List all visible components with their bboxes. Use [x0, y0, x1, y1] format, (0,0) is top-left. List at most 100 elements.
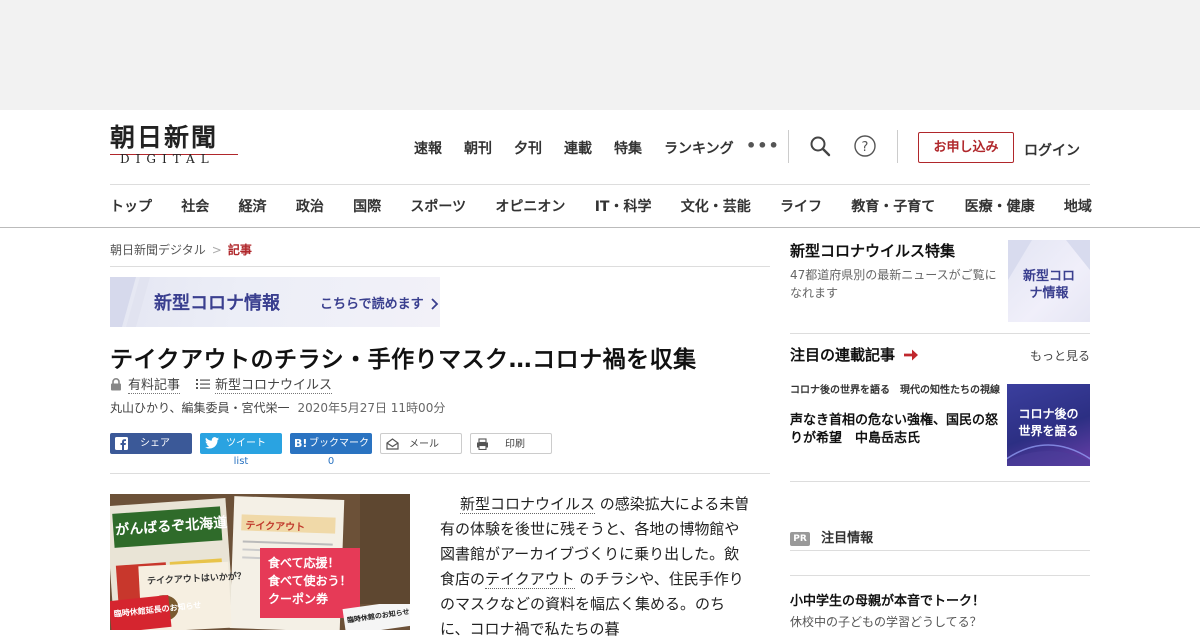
cat-international[interactable]: 国際 — [353, 196, 381, 216]
article-byline: 丸山ひかり、編集委員・宮代栄一 2020年5月27日 11時00分 — [110, 399, 445, 416]
flyer-coupon-text: 食べて応援！ 食べて使おう！ クーポン券 — [268, 554, 352, 608]
series-more-link[interactable]: もっと見る — [1030, 347, 1090, 364]
mail-icon — [386, 438, 399, 450]
cat-culture[interactable]: 文化・芸能 — [681, 196, 751, 216]
breadcrumb: 朝日新聞デジタル > 記事 — [110, 241, 252, 258]
promo-card[interactable]: 小中学生の母親が本音でトーク！ 休校中の子どもの学習どうしてる？ — [790, 590, 1090, 630]
header-divider-2 — [897, 130, 898, 163]
category-nav: トップ 社会 経済 政治 国際 スポーツ オピニオン IT・科学 文化・芸能 ラ… — [110, 196, 1092, 216]
pr-header: PR 注目情報 — [790, 527, 1090, 546]
cat-education[interactable]: 教育・子育て — [851, 196, 935, 216]
topnav-item-yuukan[interactable]: 夕刊 — [514, 138, 542, 158]
series-heading: 注目の連載記事 — [790, 346, 896, 364]
twitter-share-button[interactable]: ツイート — [200, 433, 282, 454]
facebook-share-button[interactable]: シェア — [110, 433, 192, 454]
more-menu-icon[interactable]: ••• — [746, 136, 780, 155]
cat-economy[interactable]: 経済 — [239, 196, 267, 216]
corona-thumb-label: 新型コロナ情報 — [1022, 269, 1075, 301]
facebook-share-label: シェア — [140, 438, 170, 449]
login-link[interactable]: ログイン — [1024, 140, 1080, 160]
cat-life[interactable]: ライフ — [780, 196, 822, 216]
breadcrumb-separator: > — [211, 243, 222, 257]
topnav-item-ranking[interactable]: ランキング — [664, 138, 734, 158]
article-body: 新型コロナウイルス の感染拡大による未曽有の体験を後世に残そうと、各地の博物館や… — [440, 492, 750, 642]
series-kicker: コロナ後の世界を語る 現代の知性たちの視線 — [790, 385, 1000, 396]
hatena-count[interactable]: 0 — [290, 456, 372, 467]
paid-article-tag[interactable]: 有料記事 — [128, 374, 181, 394]
series-title: 声なき首相の危ない強権、国民の怒りが希望 中島岳志氏 — [790, 413, 999, 446]
coupon-line-1: 食べて応援！ — [268, 556, 340, 570]
svg-text:?: ? — [862, 140, 869, 155]
mail-button[interactable]: メール — [380, 433, 462, 454]
twitter-icon — [205, 437, 219, 449]
mail-label: メール — [409, 439, 439, 450]
divider — [110, 266, 770, 267]
corona-feature-title: 新型コロナウイルス特集 — [790, 242, 956, 260]
lock-icon — [111, 377, 121, 390]
list-icon — [196, 379, 211, 389]
cat-health[interactable]: 医療・健康 — [965, 196, 1035, 216]
cat-region[interactable]: 地域 — [1064, 196, 1092, 216]
series-thumb: コロナ後の世界を語る — [1007, 384, 1090, 466]
article-tags: 有料記事 新型コロナウイルス — [110, 374, 333, 394]
cat-it-science[interactable]: IT・科学 — [595, 196, 652, 216]
flyer-closure: 臨時休館延長のお知らせ — [110, 594, 202, 630]
breadcrumb-current: 記事 — [227, 243, 252, 257]
divider — [790, 481, 1090, 482]
arrow-right-icon — [904, 349, 919, 361]
pr-label: 注目情報 — [821, 531, 874, 546]
cat-top[interactable]: トップ — [110, 196, 152, 216]
article-photo[interactable]: がんばるぞ北海道 テイクアウト テイクアウトはいかが？ 食べて応援！ 食べて使お… — [110, 494, 410, 630]
corona-banner-link-label: こちらで読めます — [320, 297, 424, 312]
topnav-item-tokushu[interactable]: 特集 — [614, 138, 642, 158]
topnav-item-choukan[interactable]: 朝刊 — [464, 138, 492, 158]
corona-feature-desc: 47都道府県別の最新ニュースがご覧になれます — [790, 268, 997, 300]
promo-desc: 休校中の子どもの学習どうしてる？ — [790, 615, 982, 629]
twitter-share-label: ツイート — [226, 438, 266, 449]
print-button[interactable]: 印刷 — [470, 433, 552, 454]
divider — [110, 473, 770, 474]
corona-banner-title: 新型コロナ情報 — [154, 293, 280, 314]
apply-button[interactable]: お申し込み — [918, 132, 1014, 163]
chevron-right-icon — [431, 298, 439, 310]
corona-banner-link: こちらで読めます — [320, 293, 439, 312]
series-card[interactable]: コロナ後の世界を語る 現代の知性たちの視線 声なき首相の危ない強権、国民の怒りが… — [790, 384, 1090, 466]
facebook-icon — [115, 437, 128, 450]
twitter-count[interactable]: list — [200, 456, 282, 467]
help-icon[interactable]: ? — [853, 134, 877, 158]
flyer-notice-text: 臨時休館のお知らせ — [346, 607, 410, 625]
topnav-item-rensai[interactable]: 連載 — [564, 138, 592, 158]
asahi-digital-logo[interactable]: 朝日新聞 DIGITAL — [110, 124, 240, 170]
link-corona-virus[interactable]: 新型コロナウイルス — [460, 495, 596, 514]
breadcrumb-home[interactable]: 朝日新聞デジタル — [110, 243, 206, 257]
cat-politics[interactable]: 政治 — [296, 196, 324, 216]
hatena-b-icon: B! — [294, 437, 308, 450]
promo-title: 小中学生の母親が本音でトーク！ — [790, 594, 986, 609]
ad-banner-area — [0, 0, 1200, 110]
article-authors: 丸山ひかり、編集委員・宮代栄一 — [110, 401, 290, 415]
cat-society[interactable]: 社会 — [181, 196, 209, 216]
article-title: テイクアウトのチラシ・手作りマスク…コロナ禍を収集 — [110, 347, 697, 373]
series-thumb-label: コロナ後の世界を語る — [1018, 407, 1079, 438]
search-icon[interactable] — [808, 134, 832, 158]
site-header: 朝日新聞 DIGITAL 速報 朝刊 夕刊 連載 特集 ランキング ••• ? … — [0, 110, 1200, 228]
divider — [790, 575, 1090, 576]
topic-tag-corona[interactable]: 新型コロナウイルス — [215, 374, 333, 394]
corona-feature-thumb: 新型コロナ情報 — [1008, 240, 1090, 322]
nav-divider — [110, 184, 1090, 185]
topnav-item-sokuho[interactable]: 速報 — [414, 138, 442, 158]
print-icon — [477, 438, 488, 450]
top-nav: 速報 朝刊 夕刊 連載 特集 ランキング — [414, 138, 756, 158]
corona-feature-card[interactable]: 新型コロナウイルス特集 47都道府県別の最新ニュースがご覧になれます 新型コロナ… — [790, 240, 1090, 324]
corona-info-banner[interactable]: 新型コロナ情報 こちらで読めます — [110, 277, 440, 327]
cat-opinion[interactable]: オピニオン — [495, 196, 565, 216]
logo-main-text: 朝日新聞 — [110, 123, 219, 152]
cat-sports[interactable]: スポーツ — [410, 196, 466, 216]
print-label: 印刷 — [505, 439, 525, 450]
divider — [790, 550, 1090, 551]
pr-badge: PR — [790, 532, 810, 546]
series-header: 注目の連載記事 もっと見る — [790, 344, 1090, 368]
divider — [790, 333, 1090, 334]
hatena-bookmark-button[interactable]: B! ブックマーク — [290, 433, 372, 454]
link-takeout[interactable]: テイクアウト — [485, 570, 575, 589]
